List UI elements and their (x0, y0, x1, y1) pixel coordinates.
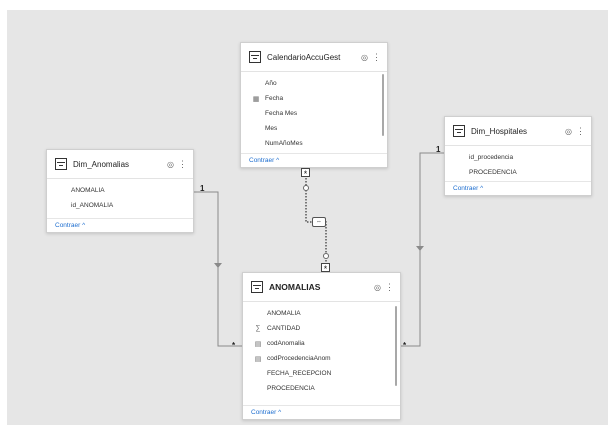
eye-icon[interactable]: ◎ (374, 283, 381, 292)
table-title: Dim_Anomalias (73, 159, 130, 169)
field-label: CANTIDAD (267, 325, 301, 332)
table-card-hospitales[interactable]: Dim_Hospitales ◎ ⋮ id_procedencia PROCED… (444, 116, 592, 196)
more-options-icon[interactable]: ⋮ (385, 282, 394, 293)
field-row[interactable]: Mes (241, 121, 387, 136)
table-title: CalendarioAccuGest (267, 52, 341, 62)
cardinality-many-box: * (321, 263, 330, 274)
field-row[interactable]: ▤ codProcedenciaAnom (243, 351, 400, 366)
field-list: ANOMALIA ∑ CANTIDAD ▤ codAnomalia ▤ codProc… (243, 302, 400, 396)
field-row[interactable]: PROCEDENCIA (243, 381, 400, 396)
collapse-link[interactable]: Contraer ^ (445, 181, 591, 195)
cardinality-many-label: * (403, 341, 407, 350)
field-label: id_procedencia (469, 154, 514, 161)
field-label: Año (265, 80, 277, 87)
field-label: FECHA_RECEPCION (267, 370, 332, 377)
field-list: Año ▦ Fecha Fecha Mes Mes NumAñoMes (241, 72, 387, 151)
field-row[interactable]: Fecha Mes (241, 106, 387, 121)
field-label: PROCEDENCIA (267, 385, 315, 392)
field-row[interactable]: ANOMALIA (47, 183, 193, 198)
table-header[interactable]: Dim_Hospitales ◎ ⋮ (445, 117, 591, 146)
field-label: PROCEDENCIA (469, 169, 517, 176)
field-label: Mes (265, 125, 278, 132)
calc-icon: ▤ (254, 355, 262, 363)
relationship-endpoint (323, 253, 329, 259)
field-list: id_procedencia PROCEDENCIA (445, 146, 591, 180)
filter-direction-arrow (214, 263, 222, 268)
collapse-link[interactable]: Contraer ^ (241, 153, 387, 167)
more-options-icon[interactable]: ⋮ (178, 159, 187, 170)
more-options-icon[interactable]: ⋮ (576, 126, 585, 137)
more-options-icon[interactable]: ⋮ (372, 52, 381, 63)
table-icon (249, 51, 261, 63)
field-row[interactable]: Año (241, 76, 387, 91)
calendar-icon: ▦ (252, 95, 260, 103)
field-label: id_ANOMALIA (71, 202, 114, 209)
table-card-calendario[interactable]: CalendarioAccuGest ◎ ⋮ Año ▦ Fecha Fecha … (240, 42, 388, 168)
field-row[interactable]: ANOMALIA (243, 306, 400, 321)
collapse-link[interactable]: Contraer ^ (47, 218, 193, 232)
field-row[interactable]: NumAñoMes (241, 136, 387, 151)
table-icon (453, 125, 465, 137)
relationship-line-anomalias (194, 191, 242, 347)
field-row[interactable]: ∑ CANTIDAD (243, 321, 400, 336)
relationship-endpoint (303, 185, 309, 191)
scrollbar[interactable] (382, 74, 384, 136)
field-label: NumAñoMes (265, 140, 303, 147)
eye-icon[interactable]: ◎ (361, 53, 368, 62)
field-list: ANOMALIA id_ANOMALIA (47, 179, 193, 213)
bidirectional-filter-icon: ⇔ (312, 217, 326, 227)
field-label: ANOMALIA (267, 310, 301, 317)
field-row[interactable]: ▦ Fecha (241, 91, 387, 106)
table-card-dim-anomalias[interactable]: Dim_Anomalias ◎ ⋮ ANOMALIA id_ANOMALIA C… (46, 149, 194, 233)
cardinality-one-label: 1 (200, 184, 205, 193)
table-icon (251, 281, 263, 293)
eye-icon[interactable]: ◎ (167, 160, 174, 169)
table-header[interactable]: ANOMALIAS ◎ ⋮ (243, 273, 400, 302)
field-label: ANOMALIA (71, 187, 105, 194)
field-label: Fecha Mes (265, 110, 298, 117)
filter-direction-arrow (416, 246, 424, 251)
cardinality-one-label: 1 (436, 145, 441, 154)
field-label: codAnomalia (267, 340, 305, 347)
field-row[interactable]: FECHA_RECEPCION (243, 366, 400, 381)
cardinality-many-label: * (232, 341, 236, 350)
collapse-link[interactable]: Contraer ^ (243, 405, 400, 419)
field-label: codProcedenciaAnom (267, 355, 331, 362)
cardinality-many-box: * (301, 168, 310, 179)
table-title: ANOMALIAS (269, 282, 321, 292)
calc-icon: ▤ (254, 340, 262, 348)
eye-icon[interactable]: ◎ (565, 127, 572, 136)
field-row[interactable]: PROCEDENCIA (445, 165, 591, 180)
field-label: Fecha (265, 95, 284, 102)
table-header[interactable]: CalendarioAccuGest ◎ ⋮ (241, 43, 387, 72)
field-row[interactable]: id_procedencia (445, 150, 591, 165)
field-row[interactable]: ▤ codAnomalia (243, 336, 400, 351)
scrollbar[interactable] (395, 306, 397, 386)
field-row[interactable]: id_ANOMALIA (47, 198, 193, 213)
table-header[interactable]: Dim_Anomalias ◎ ⋮ (47, 150, 193, 179)
table-icon (55, 158, 67, 170)
table-title: Dim_Hospitales (471, 126, 528, 136)
sigma-icon: ∑ (255, 325, 261, 332)
table-card-anomalias[interactable]: ANOMALIAS ◎ ⋮ ANOMALIA ∑ CANTIDAD ▤ codAno… (242, 272, 401, 420)
